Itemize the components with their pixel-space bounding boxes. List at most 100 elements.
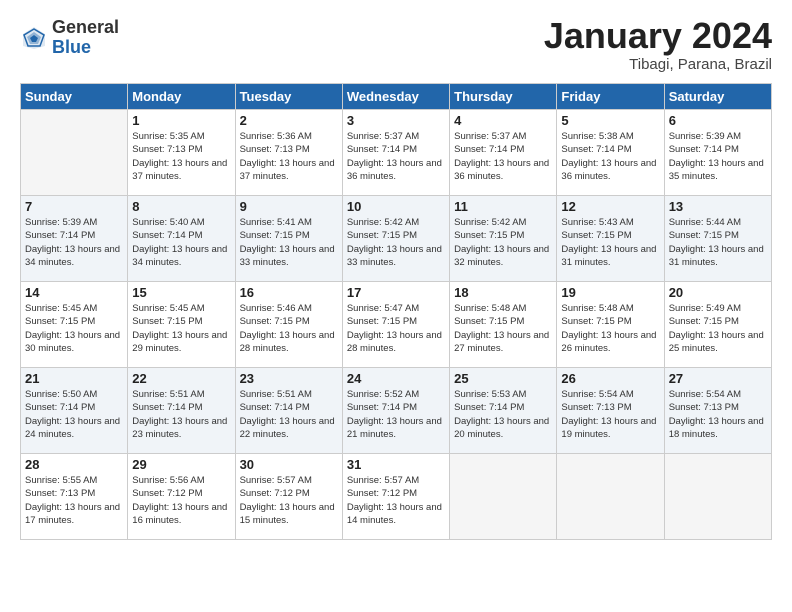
day-info: Sunrise: 5:53 AMSunset: 7:14 PMDaylight:… bbox=[454, 388, 552, 441]
calendar-week-row: 1 Sunrise: 5:35 AMSunset: 7:13 PMDaylight… bbox=[21, 110, 772, 196]
day-info: Sunrise: 5:42 AMSunset: 7:15 PMDaylight:… bbox=[454, 216, 552, 269]
table-row: 13 Sunrise: 5:44 AMSunset: 7:15 PMDayligh… bbox=[664, 196, 771, 282]
page-container: General Blue January 2024 Tibagi, Parana… bbox=[0, 0, 792, 612]
calendar-week-row: 14 Sunrise: 5:45 AMSunset: 7:15 PMDayligh… bbox=[21, 282, 772, 368]
table-row bbox=[557, 454, 664, 540]
day-info: Sunrise: 5:45 AMSunset: 7:15 PMDaylight:… bbox=[25, 302, 123, 355]
table-row: 17 Sunrise: 5:47 AMSunset: 7:15 PMDayligh… bbox=[342, 282, 449, 368]
day-number: 21 bbox=[25, 371, 123, 386]
day-info: Sunrise: 5:40 AMSunset: 7:14 PMDaylight:… bbox=[132, 216, 230, 269]
col-tuesday: Tuesday bbox=[235, 84, 342, 110]
day-number: 28 bbox=[25, 457, 123, 472]
table-row: 5Sunrise: 5:38 AMSunset: 7:14 PMDaylight… bbox=[557, 110, 664, 196]
day-number: 11 bbox=[454, 199, 552, 214]
table-row bbox=[21, 110, 128, 196]
table-row: 31 Sunrise: 5:57 AMSunset: 7:12 PMDayligh… bbox=[342, 454, 449, 540]
col-wednesday: Wednesday bbox=[342, 84, 449, 110]
day-info: Sunrise: 5:39 AMSunset: 7:14 PMDaylight:… bbox=[25, 216, 123, 269]
day-info: Sunrise: 5:41 AMSunset: 7:15 PMDaylight:… bbox=[240, 216, 338, 269]
table-row: 28 Sunrise: 5:55 AMSunset: 7:13 PMDayligh… bbox=[21, 454, 128, 540]
day-number: 25 bbox=[454, 371, 552, 386]
col-thursday: Thursday bbox=[450, 84, 557, 110]
day-number: 30 bbox=[240, 457, 338, 472]
day-info: Sunrise: 5:44 AMSunset: 7:15 PMDaylight:… bbox=[669, 216, 767, 269]
day-info: Sunrise: 5:47 AMSunset: 7:15 PMDaylight:… bbox=[347, 302, 445, 355]
day-info: Sunrise: 5:55 AMSunset: 7:13 PMDaylight:… bbox=[25, 474, 123, 527]
day-info: Sunrise: 5:57 AMSunset: 7:12 PMDaylight:… bbox=[347, 474, 445, 527]
calendar-table: Sunday Monday Tuesday Wednesday Thursday… bbox=[20, 83, 772, 540]
col-friday: Friday bbox=[557, 84, 664, 110]
table-row: 25 Sunrise: 5:53 AMSunset: 7:14 PMDayligh… bbox=[450, 368, 557, 454]
title-section: January 2024 Tibagi, Parana, Brazil bbox=[544, 18, 772, 73]
table-row: 16 Sunrise: 5:46 AMSunset: 7:15 PMDayligh… bbox=[235, 282, 342, 368]
table-row: 29 Sunrise: 5:56 AMSunset: 7:12 PMDayligh… bbox=[128, 454, 235, 540]
table-row: 9Sunrise: 5:41 AMSunset: 7:15 PMDaylight… bbox=[235, 196, 342, 282]
table-row: 6Sunrise: 5:39 AMSunset: 7:14 PMDaylight… bbox=[664, 110, 771, 196]
day-info: Sunrise: 5:42 AMSunset: 7:15 PMDaylight:… bbox=[347, 216, 445, 269]
table-row: 20 Sunrise: 5:49 AMSunset: 7:15 PMDayligh… bbox=[664, 282, 771, 368]
day-number: 2 bbox=[240, 113, 338, 128]
table-row: 22Sunrise: 5:51 AMSunset: 7:14 PMDayligh… bbox=[128, 368, 235, 454]
day-info: Sunrise: 5:52 AMSunset: 7:14 PMDaylight:… bbox=[347, 388, 445, 441]
col-saturday: Saturday bbox=[664, 84, 771, 110]
table-row: 12 Sunrise: 5:43 AMSunset: 7:15 PMDayligh… bbox=[557, 196, 664, 282]
day-info: Sunrise: 5:37 AMSunset: 7:14 PMDaylight:… bbox=[454, 130, 552, 183]
day-number: 17 bbox=[347, 285, 445, 300]
table-row: 27Sunrise: 5:54 AMSunset: 7:13 PMDayligh… bbox=[664, 368, 771, 454]
day-number: 20 bbox=[669, 285, 767, 300]
day-number: 12 bbox=[561, 199, 659, 214]
table-row: 23Sunrise: 5:51 AMSunset: 7:14 PMDayligh… bbox=[235, 368, 342, 454]
day-number: 3 bbox=[347, 113, 445, 128]
logo-general-text: General bbox=[52, 18, 119, 38]
calendar-week-row: 21 Sunrise: 5:50 AMSunset: 7:14 PMDayligh… bbox=[21, 368, 772, 454]
day-info: Sunrise: 5:46 AMSunset: 7:15 PMDaylight:… bbox=[240, 302, 338, 355]
day-number: 7 bbox=[25, 199, 123, 214]
day-number: 4 bbox=[454, 113, 552, 128]
calendar-title: January 2024 bbox=[544, 18, 772, 54]
day-number: 5 bbox=[561, 113, 659, 128]
day-number: 24 bbox=[347, 371, 445, 386]
calendar-location: Tibagi, Parana, Brazil bbox=[544, 56, 772, 73]
day-info: Sunrise: 5:49 AMSunset: 7:15 PMDaylight:… bbox=[669, 302, 767, 355]
table-row: 15Sunrise: 5:45 AMSunset: 7:15 PMDayligh… bbox=[128, 282, 235, 368]
table-row: 30 Sunrise: 5:57 AMSunset: 7:12 PMDayligh… bbox=[235, 454, 342, 540]
day-info: Sunrise: 5:54 AMSunset: 7:13 PMDaylight:… bbox=[669, 388, 767, 441]
day-number: 29 bbox=[132, 457, 230, 472]
day-info: Sunrise: 5:45 AMSunset: 7:15 PMDaylight:… bbox=[132, 302, 230, 355]
logo-blue-text: Blue bbox=[52, 38, 119, 58]
calendar-week-row: 28 Sunrise: 5:55 AMSunset: 7:13 PMDayligh… bbox=[21, 454, 772, 540]
day-number: 31 bbox=[347, 457, 445, 472]
day-info: Sunrise: 5:48 AMSunset: 7:15 PMDaylight:… bbox=[561, 302, 659, 355]
day-number: 16 bbox=[240, 285, 338, 300]
day-number: 10 bbox=[347, 199, 445, 214]
day-info: Sunrise: 5:48 AMSunset: 7:15 PMDaylight:… bbox=[454, 302, 552, 355]
table-row: 24 Sunrise: 5:52 AMSunset: 7:14 PMDayligh… bbox=[342, 368, 449, 454]
header: General Blue January 2024 Tibagi, Parana… bbox=[20, 18, 772, 73]
table-row: 18Sunrise: 5:48 AMSunset: 7:15 PMDayligh… bbox=[450, 282, 557, 368]
table-row: 4 Sunrise: 5:37 AMSunset: 7:14 PMDaylight… bbox=[450, 110, 557, 196]
day-info: Sunrise: 5:35 AMSunset: 7:13 PMDaylight:… bbox=[132, 130, 230, 183]
day-number: 14 bbox=[25, 285, 123, 300]
table-row: 7 Sunrise: 5:39 AMSunset: 7:14 PMDaylight… bbox=[21, 196, 128, 282]
day-number: 23 bbox=[240, 371, 338, 386]
table-row: 11 Sunrise: 5:42 AMSunset: 7:15 PMDayligh… bbox=[450, 196, 557, 282]
day-info: Sunrise: 5:43 AMSunset: 7:15 PMDaylight:… bbox=[561, 216, 659, 269]
logo-icon bbox=[20, 24, 48, 52]
day-number: 13 bbox=[669, 199, 767, 214]
day-info: Sunrise: 5:37 AMSunset: 7:14 PMDaylight:… bbox=[347, 130, 445, 183]
day-info: Sunrise: 5:57 AMSunset: 7:12 PMDaylight:… bbox=[240, 474, 338, 527]
day-info: Sunrise: 5:56 AMSunset: 7:12 PMDaylight:… bbox=[132, 474, 230, 527]
logo: General Blue bbox=[20, 18, 119, 58]
day-info: Sunrise: 5:50 AMSunset: 7:14 PMDaylight:… bbox=[25, 388, 123, 441]
logo-text: General Blue bbox=[52, 18, 119, 58]
table-row: 8Sunrise: 5:40 AMSunset: 7:14 PMDaylight… bbox=[128, 196, 235, 282]
table-row: 10 Sunrise: 5:42 AMSunset: 7:15 PMDayligh… bbox=[342, 196, 449, 282]
day-number: 1 bbox=[132, 113, 230, 128]
table-row: 3 Sunrise: 5:37 AMSunset: 7:14 PMDaylight… bbox=[342, 110, 449, 196]
table-row bbox=[450, 454, 557, 540]
header-row: Sunday Monday Tuesday Wednesday Thursday… bbox=[21, 84, 772, 110]
col-sunday: Sunday bbox=[21, 84, 128, 110]
day-number: 6 bbox=[669, 113, 767, 128]
day-number: 26 bbox=[561, 371, 659, 386]
table-row: 14 Sunrise: 5:45 AMSunset: 7:15 PMDayligh… bbox=[21, 282, 128, 368]
